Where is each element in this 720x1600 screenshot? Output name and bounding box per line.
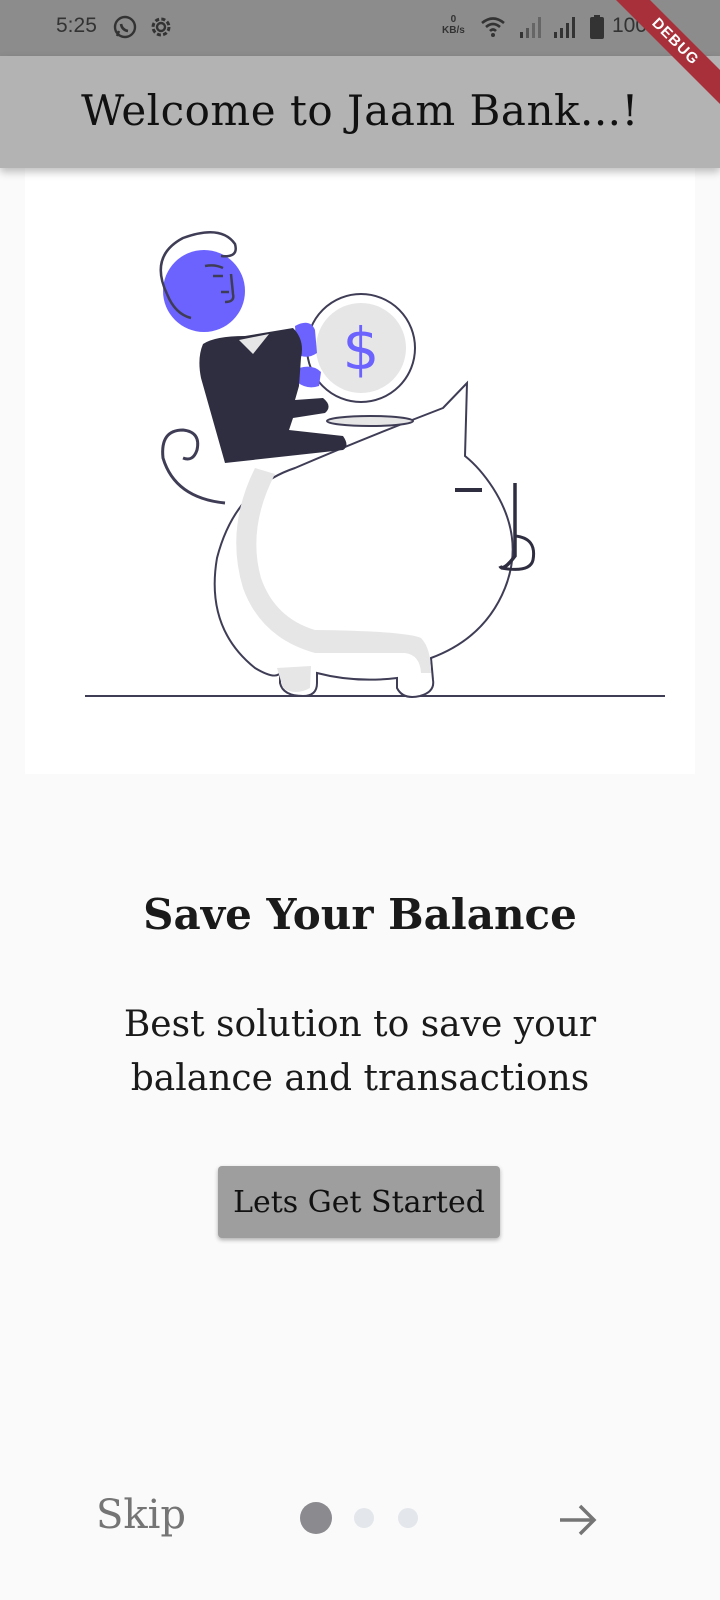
get-started-button[interactable]: Lets Get Started: [218, 1166, 500, 1238]
network-speed-value: 0: [450, 14, 457, 25]
piggy-bank-coin-illustration: $: [85, 231, 665, 698]
whatsapp-icon: [112, 14, 138, 40]
page-dot[interactable]: [354, 1508, 374, 1528]
network-speed: 0 KB/s: [442, 14, 465, 36]
signal-icon: [518, 14, 544, 40]
debug-label: DEBUG: [606, 0, 720, 111]
arrow-right-icon: [556, 1504, 600, 1543]
slide-title: Save Your Balance: [143, 890, 577, 939]
wifi-icon: [480, 14, 506, 40]
page-dot-active[interactable]: [300, 1502, 332, 1534]
next-button[interactable]: [556, 1500, 600, 1540]
debug-banner: DEBUG: [600, 0, 720, 120]
network-speed-unit: KB/s: [442, 25, 465, 36]
settings-gear-icon: [148, 14, 174, 40]
signal-icon: [552, 14, 578, 40]
slide-description: Best solution to save your balance and t…: [123, 1004, 597, 1099]
status-time: 5:25: [56, 14, 97, 37]
illustration-card: $: [25, 168, 695, 774]
onboarding-screen: 5:25 0 KB/s 100% Welcome to Jaam Bank...…: [0, 0, 720, 1600]
page-dot[interactable]: [398, 1508, 418, 1528]
skip-button[interactable]: Skip: [96, 1492, 186, 1538]
svg-text:$: $: [343, 315, 380, 383]
